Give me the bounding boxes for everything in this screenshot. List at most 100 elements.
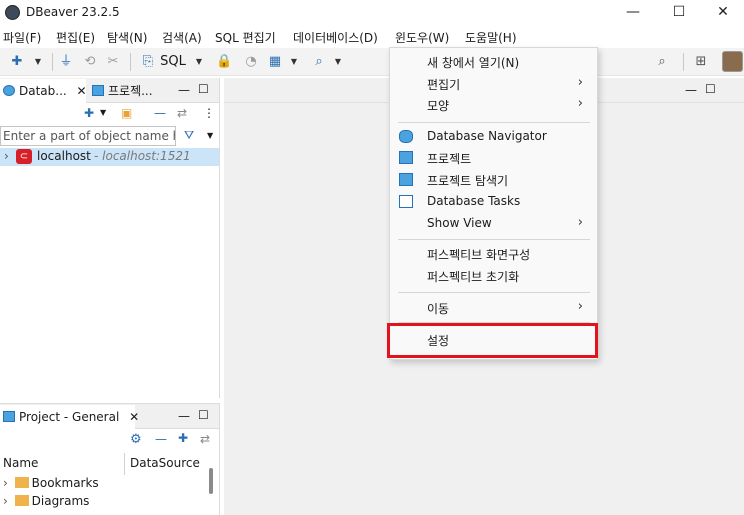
list-item[interactable]: › Bookmarks — [3, 476, 198, 494]
menu-item-appearance[interactable]: 모양 › — [390, 94, 597, 116]
lock-icon[interactable]: 🔒 — [216, 52, 232, 72]
settings-gear-icon[interactable]: ⚙ — [130, 432, 142, 447]
menu-file[interactable]: 파일(F) — [3, 29, 41, 46]
maximize-editor-icon[interactable]: ☐ — [705, 82, 716, 96]
project-icon — [399, 151, 413, 164]
menu-item-database-tasks[interactable]: Database Tasks — [390, 191, 597, 213]
menu-search[interactable]: 검색(A) — [162, 29, 202, 46]
sql-editor-icon[interactable]: ⎘ — [140, 52, 156, 72]
menu-window[interactable]: 윈도우(W) — [395, 29, 449, 46]
menu-database[interactable]: 데이터베이스(D) — [293, 29, 378, 46]
menu-separator — [398, 122, 590, 123]
minimize-panel-icon[interactable]: — — [178, 409, 190, 423]
sql-dropdown-icon[interactable]: ▼ — [194, 52, 204, 72]
maximize-panel-icon[interactable]: ☐ — [198, 408, 209, 422]
connection-detail: - localhost:1521 — [94, 149, 191, 163]
list-item[interactable]: › Diagrams — [3, 494, 198, 512]
window-menu-dropdown: 새 창에서 열기(N) 편집기 › 모양 › Database Navigato… — [387, 47, 598, 360]
collapse-all-icon[interactable]: — — [155, 432, 167, 446]
item-label: Bookmarks — [31, 476, 99, 490]
menu-navigate[interactable]: 탐색(N) — [107, 29, 147, 46]
menu-item-label: 프로젝트 탐색기 — [427, 174, 509, 188]
tasks-toolbar-icon[interactable]: ▦ — [267, 52, 283, 72]
column-header-name[interactable]: Name — [3, 456, 38, 470]
oracle-connection-icon: ⊂ — [16, 149, 32, 164]
dropdown-icon[interactable]: ▼ — [100, 108, 106, 117]
menu-sql-editor[interactable]: SQL 편집기 — [215, 29, 276, 46]
menu-item-project[interactable]: 프로젝트 — [390, 147, 597, 169]
item-label: Diagrams — [31, 494, 90, 508]
expand-chevron-icon[interactable]: › — [3, 494, 8, 508]
open-perspective-icon[interactable]: ⊞ — [692, 52, 710, 72]
close-tab-icon[interactable]: ✕ — [129, 410, 139, 424]
tab-projects[interactable]: 프로젝... — [92, 79, 164, 103]
new-connection-icon[interactable]: ✚ — [8, 52, 26, 72]
folder-icon — [14, 477, 29, 488]
new-folder-icon[interactable]: ▣ — [121, 106, 132, 120]
link-editor-icon[interactable]: ⇄ — [177, 106, 187, 120]
global-search-icon[interactable]: ⌕ — [653, 52, 671, 72]
project-icon — [3, 411, 15, 422]
dashboard-icon[interactable]: ◔ — [242, 52, 260, 72]
dbeaver-logo-icon — [5, 5, 20, 20]
menu-separator — [398, 292, 590, 293]
menu-item-navigation[interactable]: 이동 › — [390, 297, 597, 319]
menu-item-label: 새 창에서 열기(N) — [427, 56, 520, 70]
maximize-panel-icon[interactable]: ☐ — [198, 82, 209, 96]
close-tab-icon[interactable]: ✕ — [77, 84, 87, 98]
menu-item-project-explorer[interactable]: 프로젝트 탐색기 — [390, 169, 597, 191]
menu-help[interactable]: 도움말(H) — [465, 29, 517, 46]
search-toolbar-icon[interactable]: ⌕ — [311, 52, 327, 72]
filter-icon[interactable]: ⛛ — [184, 128, 194, 143]
expand-icon[interactable]: ✚ — [178, 431, 188, 445]
search-dropdown-icon[interactable]: ▼ — [333, 52, 343, 72]
toolbar-separator — [52, 53, 53, 71]
minimize-button[interactable]: — — [610, 0, 656, 26]
new-connection-dropdown-icon[interactable]: ▼ — [33, 52, 43, 72]
menu-item-preferences[interactable]: 설정 — [390, 329, 597, 351]
menu-item-label: 퍼스펙티브 화면구성 — [427, 248, 531, 262]
menu-item-open-new-window[interactable]: 새 창에서 열기(N) — [390, 51, 597, 73]
menu-item-perspective-reset[interactable]: 퍼스펙티브 초기화 — [390, 265, 597, 287]
tasks-dropdown-icon[interactable]: ▼ — [289, 52, 299, 72]
scrollbar[interactable] — [209, 468, 213, 494]
project-panel: Project - General ✕ — ☐ ⚙ — ✚ ⇄ Name Dat… — [0, 403, 220, 515]
menu-item-label: Show View — [427, 216, 492, 230]
menu-item-show-view[interactable]: Show View › — [390, 213, 597, 235]
new-connection-icon[interactable]: ✚ — [84, 106, 94, 120]
tree-row-connection[interactable]: › ⊂ localhost - localhost:1521 — [0, 148, 219, 166]
expand-chevron-icon[interactable]: › — [4, 149, 9, 163]
menu-item-perspective-customize[interactable]: 퍼스펙티브 화면구성 — [390, 243, 597, 265]
object-filter-input[interactable]: Enter a part of object name here — [0, 126, 176, 146]
menu-item-label: 퍼스펙티브 초기화 — [427, 270, 520, 284]
tab-label: Datab... — [19, 84, 67, 98]
connect-icon[interactable]: ⏚ — [58, 52, 74, 72]
invalidate-icon[interactable]: ⟲ — [82, 52, 98, 72]
dbeaver-perspective-icon[interactable] — [722, 51, 743, 72]
project-explorer-icon — [399, 173, 413, 186]
menu-item-editor[interactable]: 편집기 › — [390, 73, 597, 95]
disconnect-icon[interactable]: ✂ — [105, 52, 121, 72]
toolbar-separator — [683, 53, 684, 71]
expand-chevron-icon[interactable]: › — [3, 476, 8, 490]
column-divider — [124, 453, 125, 475]
minimize-panel-icon[interactable]: — — [178, 83, 190, 97]
collapse-all-icon[interactable]: — — [154, 106, 166, 120]
column-header-datasource[interactable]: DataSource — [130, 456, 200, 470]
tab-project-general[interactable]: Project - General ✕ — [0, 405, 139, 429]
close-button[interactable]: ✕ — [700, 0, 744, 26]
filter-dropdown-icon[interactable]: ▼ — [207, 131, 213, 140]
menu-edit[interactable]: 편집(E) — [56, 29, 95, 46]
minimize-editor-icon[interactable]: — — [685, 83, 697, 97]
folder-icon — [14, 495, 29, 506]
title-bar: DBeaver 23.2.5 — ☐ ✕ — [0, 0, 744, 26]
tab-database-navigator[interactable]: Datab... ✕ — [0, 79, 87, 103]
maximize-button[interactable]: ☐ — [656, 0, 702, 26]
menu-item-database-navigator[interactable]: Database Navigator — [390, 126, 597, 148]
view-menu-icon[interactable]: ⋮ — [203, 106, 215, 120]
sql-button-label[interactable]: SQL — [158, 52, 188, 72]
tasks-icon — [399, 195, 413, 208]
menu-item-label: 이동 — [427, 302, 450, 316]
database-navigator-panel: Datab... ✕ 프로젝... — ☐ ✚ ▼ ▣ — ⇄ ⋮ Enter … — [0, 78, 220, 398]
link-editor-icon[interactable]: ⇄ — [200, 432, 210, 446]
